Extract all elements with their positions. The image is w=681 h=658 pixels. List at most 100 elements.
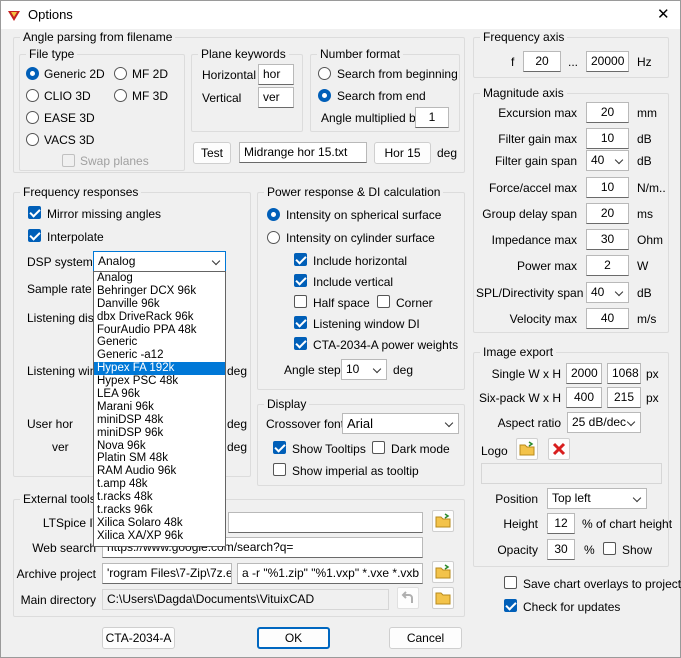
generic2d-radio[interactable] xyxy=(26,67,39,80)
main-folder-icon[interactable] xyxy=(432,587,454,609)
dark-mode-checkbox[interactable] xyxy=(372,441,385,454)
archive-project-label: Archive project xyxy=(16,567,96,581)
dsp-option[interactable]: RAM Audio 96k xyxy=(94,465,225,478)
filter-gain-max-input[interactable]: 10 xyxy=(586,128,629,149)
open-folder-icon[interactable] xyxy=(516,438,538,460)
interpolate-checkbox[interactable] xyxy=(28,229,41,242)
ok-button[interactable]: OK xyxy=(257,627,330,649)
search-begin-radio[interactable] xyxy=(318,67,331,80)
angle-multiplier-input[interactable]: 1 xyxy=(415,107,449,128)
check-updates-checkbox[interactable] xyxy=(504,599,517,612)
close-icon[interactable]: ✕ xyxy=(657,5,670,23)
excursion-max-input[interactable]: 20 xyxy=(586,102,629,123)
dsp-option[interactable]: Xilica Solaro 48k xyxy=(94,517,225,530)
mf3d-radio[interactable] xyxy=(114,89,127,102)
cancel-button[interactable]: Cancel xyxy=(389,627,462,649)
force-accel-max-input[interactable]: 10 xyxy=(586,177,629,198)
mf2d-radio[interactable] xyxy=(114,67,127,80)
mirror-angles-label: Mirror missing angles xyxy=(47,207,162,221)
dsp-option[interactable]: Hypex FA 192k xyxy=(94,362,225,376)
dsp-option[interactable]: miniDSP 48k xyxy=(94,414,225,427)
show-tooltips-checkbox[interactable] xyxy=(273,441,286,454)
magnitude-axis-title: Magnitude axis xyxy=(480,86,567,100)
single-height-input[interactable]: 1068 xyxy=(607,363,641,384)
velocity-max-input[interactable]: 40 xyxy=(586,308,629,329)
mag-row-label: Power max xyxy=(516,259,577,273)
dsp-option[interactable]: Xilica XA/XP 96k xyxy=(94,530,225,543)
dsp-option[interactable]: Hypex PSC 48k xyxy=(94,375,225,388)
dsp-option[interactable]: LEA 96k xyxy=(94,388,225,401)
swap-planes-checkbox[interactable] xyxy=(62,154,75,167)
dsp-option[interactable]: Generic xyxy=(94,336,225,349)
spherical-radio[interactable] xyxy=(267,208,280,221)
frequency-axis-title: Frequency axis xyxy=(480,30,568,44)
sixpack-width-input[interactable]: 400 xyxy=(566,387,602,408)
archive-open-folder-icon[interactable] xyxy=(432,561,454,583)
dsp-option[interactable]: Behringer DCX 96k xyxy=(94,285,225,298)
archive-args-input[interactable]: a -r "%1.zip" "%1.vxp" *.vxe *.vxb *.vx xyxy=(237,563,423,584)
crossover-font-select[interactable]: Arial xyxy=(342,413,459,434)
spl-span-select[interactable]: 40 xyxy=(586,282,629,303)
undo-icon[interactable] xyxy=(397,587,419,609)
cylinder-radio[interactable] xyxy=(267,231,280,244)
group-delay-span-input[interactable]: 20 xyxy=(586,203,629,224)
dsp-option[interactable]: t.amp 48k xyxy=(94,478,225,491)
dsp-option[interactable]: t.racks 96k xyxy=(94,504,225,517)
listening-window-di-label: Listening window DI xyxy=(313,317,420,331)
dsp-option[interactable]: FourAudio PPA 48k xyxy=(94,324,225,337)
show-logo-checkbox[interactable] xyxy=(603,542,616,555)
dsp-system-select[interactable]: Analog xyxy=(93,251,226,272)
dsp-option[interactable]: Danville 96k xyxy=(94,298,225,311)
dsp-option[interactable]: Analog xyxy=(94,272,225,285)
archive-exe-input[interactable]: 'rogram Files\7-Zip\7z.exe xyxy=(102,563,232,584)
corner-checkbox[interactable] xyxy=(377,295,390,308)
dsp-option[interactable]: Generic -a12 xyxy=(94,349,225,362)
freq-max-input[interactable]: 20000 xyxy=(586,51,629,72)
horizontal-keyword-input[interactable]: hor xyxy=(258,64,294,85)
logo-path-input[interactable] xyxy=(481,463,662,484)
dsp-option[interactable]: t.racks 48k xyxy=(94,491,225,504)
power-max-input[interactable]: 2 xyxy=(586,255,629,276)
single-width-input[interactable]: 2000 xyxy=(566,363,602,384)
dsp-option[interactable]: dbx DriveRack 96k xyxy=(94,311,225,324)
sixpack-height-input[interactable]: 215 xyxy=(607,387,641,408)
dsp-option[interactable]: Platin SM 48k xyxy=(94,452,225,465)
vertical-keyword-input[interactable]: ver xyxy=(258,87,294,108)
impedance-max-input[interactable]: 30 xyxy=(586,229,629,250)
dsp-system-dropdown-list[interactable]: Analog Behringer DCX 96k Danville 96k dbx D… xyxy=(93,271,226,547)
logo-height-input[interactable]: 12 xyxy=(547,513,575,534)
filter-gain-span-select[interactable]: 40 xyxy=(586,150,629,171)
save-overlays-checkbox[interactable] xyxy=(504,576,517,589)
dsp-option[interactable]: Marani 96k xyxy=(94,401,225,414)
show-logo-label: Show xyxy=(622,543,653,557)
test-filename-input[interactable]: Midrange hor 15.txt xyxy=(239,142,367,163)
image-export-title: Image export xyxy=(480,345,557,359)
ltspice-open-folder-icon[interactable] xyxy=(432,510,454,532)
dsp-option[interactable]: Nova 96k xyxy=(94,440,225,453)
test-button[interactable]: Test xyxy=(193,142,231,164)
cta-2034-button[interactable]: CTA-2034-A xyxy=(102,627,175,649)
ease3d-radio[interactable] xyxy=(26,111,39,124)
angle-step-label: Angle step xyxy=(284,363,341,377)
freq-min-input[interactable]: 20 xyxy=(523,51,561,72)
main-directory-input[interactable]: C:\Users\Dagda\Documents\VituixCAD xyxy=(102,589,389,610)
search-end-radio[interactable] xyxy=(318,89,331,102)
show-imperial-checkbox[interactable] xyxy=(273,463,286,476)
listening-window-di-checkbox[interactable] xyxy=(294,316,307,329)
position-select[interactable]: Top left xyxy=(547,488,647,509)
plane-keywords-title: Plane keywords xyxy=(198,47,289,61)
mirror-angles-checkbox[interactable] xyxy=(28,206,41,219)
delete-icon[interactable] xyxy=(548,438,570,460)
include-horizontal-checkbox[interactable] xyxy=(294,253,307,266)
clio3d-radio[interactable] xyxy=(26,89,39,102)
options-dialog: Options ✕ Angle parsing from filename Fi… xyxy=(0,0,681,658)
angle-step-select[interactable]: 10 xyxy=(341,359,387,380)
include-vertical-checkbox[interactable] xyxy=(294,274,307,287)
half-space-checkbox[interactable] xyxy=(294,295,307,308)
aspect-ratio-select[interactable]: 25 dB/dec xyxy=(567,412,641,433)
vacs3d-radio[interactable] xyxy=(26,133,39,146)
logo-opacity-input[interactable]: 30 xyxy=(547,539,575,560)
dsp-option[interactable]: miniDSP 96k xyxy=(94,427,225,440)
ltspice-path-input[interactable] xyxy=(228,512,423,533)
cta-weights-checkbox[interactable] xyxy=(294,337,307,350)
